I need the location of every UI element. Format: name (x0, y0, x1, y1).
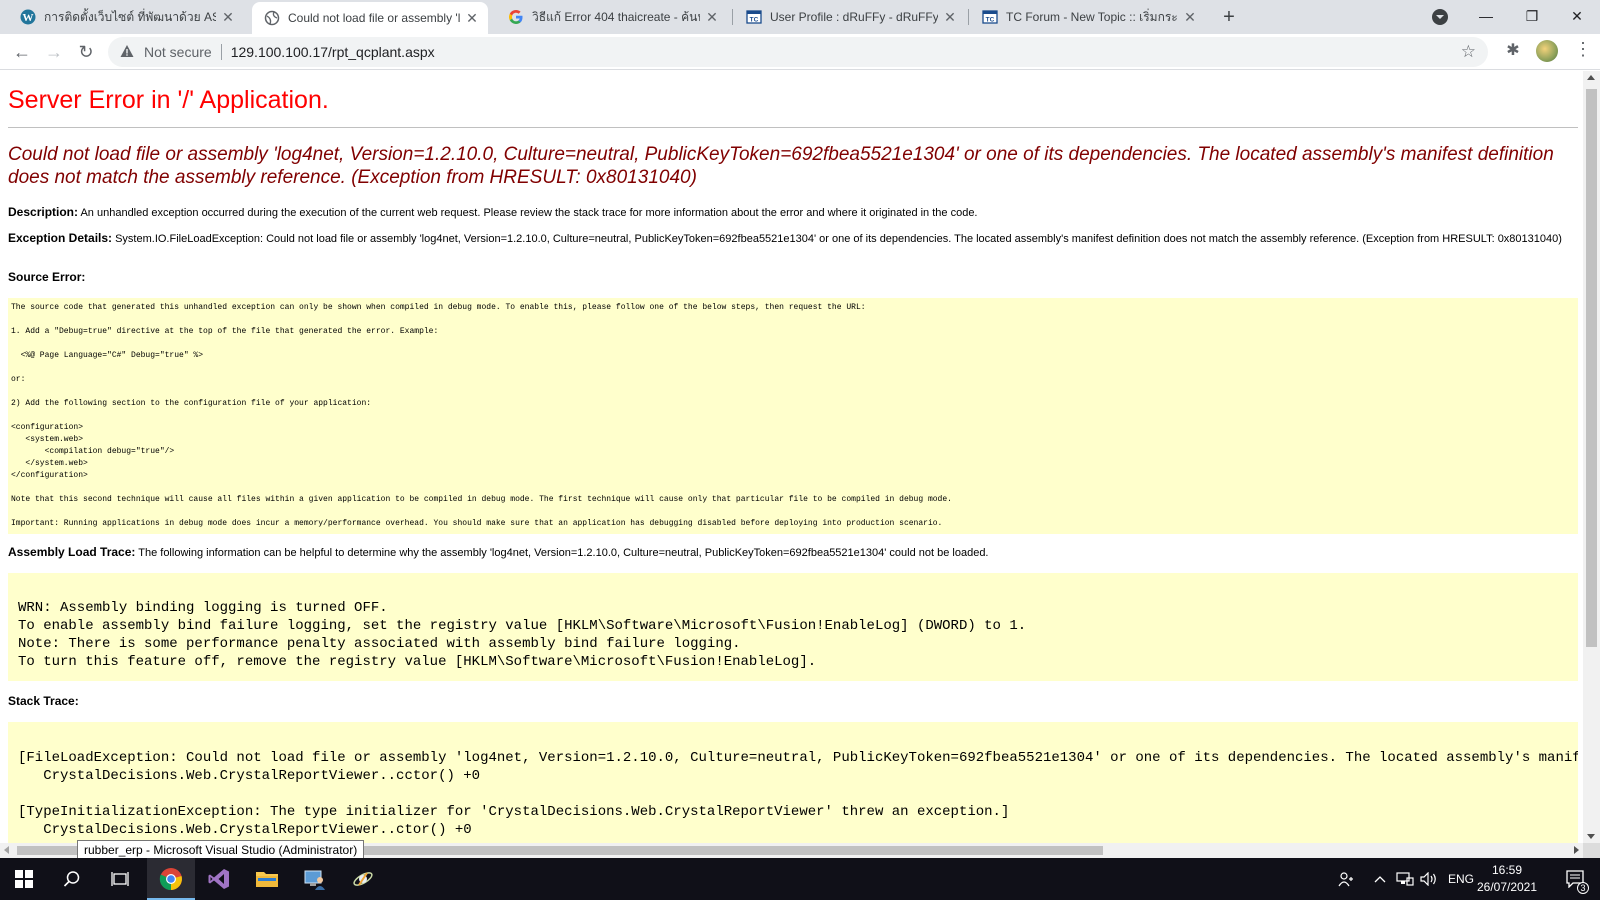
tab-title: การติดตั้งเว็บไซต์ ที่พัฒนาด้วย ASP.NET (44, 9, 216, 24)
source-error-label: Source Error: (8, 270, 86, 284)
security-label[interactable]: Not secure (144, 44, 212, 60)
chrome-button[interactable] (147, 858, 195, 900)
stack-trace-label: Stack Trace: (8, 694, 79, 708)
windows-taskbar: ENG 16:59 26/07/2021 3 (0, 858, 1600, 900)
people-icon[interactable] (1334, 858, 1358, 900)
page-content: Server Error in '/' Application. Could n… (0, 71, 1583, 843)
svg-text:W: W (23, 12, 34, 24)
satellite-icon (353, 872, 373, 886)
description: Description: An unhandled exception occu… (8, 206, 1573, 220)
assembly-trace-text: The following information can be helpful… (138, 547, 989, 559)
tab-2[interactable]: Could not load file or assembly 'log4net… (252, 2, 488, 34)
search-button[interactable] (48, 858, 96, 900)
chrome-icon (159, 868, 182, 891)
globe-icon (264, 10, 280, 26)
description-label: Description: (8, 205, 79, 219)
svg-text:TC: TC (750, 17, 759, 24)
browser-menu-icon[interactable]: ⋮ (1574, 40, 1592, 60)
close-icon[interactable]: ✕ (464, 10, 480, 27)
new-tab-button[interactable]: + (1216, 4, 1242, 30)
page-title: Server Error in '/' Application. (8, 86, 329, 114)
tab-divider (732, 9, 733, 25)
google-icon (508, 9, 524, 25)
source-error-box: The source code that generated this unha… (8, 298, 1578, 534)
assembly-load-trace: Assembly Load Trace: The following infor… (8, 546, 1573, 560)
file-explorer-button[interactable] (243, 858, 291, 900)
warning-icon[interactable] (120, 44, 136, 61)
exception-details: Exception Details: System.IO.FileLoadExc… (8, 232, 1573, 246)
scroll-down-arrow[interactable] (1587, 834, 1595, 839)
close-icon[interactable]: ✕ (1182, 9, 1198, 26)
vertical-scroll-thumb[interactable] (1586, 89, 1597, 647)
app-button[interactable] (291, 858, 339, 900)
browser-toolbar: ← → ↻ Not secure 129.100.100.17/rpt_qcpl… (0, 34, 1600, 70)
scroll-left-arrow[interactable] (4, 846, 9, 854)
exception-label: Exception Details: (8, 231, 113, 245)
scrollbar-corner (1583, 843, 1600, 858)
clock-time: 16:59 (1491, 863, 1523, 877)
tab-search-icon[interactable] (1432, 9, 1448, 25)
extensions-icon[interactable]: ✱ (1504, 40, 1522, 59)
clock-date: 26/07/2021 (1476, 880, 1538, 894)
bookmark-star-icon[interactable]: ☆ (1461, 42, 1476, 62)
stack-trace-box: [FileLoadException: Could not load file … (8, 722, 1578, 843)
stack-trace-heading: Stack Trace: (8, 695, 1573, 709)
tab-title: วิธีแก้ Error 404 thaicreate - ค้นหาด้วย… (532, 9, 700, 24)
network-icon[interactable] (1394, 858, 1416, 900)
start-button[interactable] (0, 858, 48, 900)
system-clock[interactable]: 16:59 26/07/2021 (1472, 862, 1542, 896)
visual-studio-icon (208, 869, 229, 889)
error-heading: Could not load file or assembly 'log4net… (8, 144, 1554, 188)
tab-strip: W การติดตั้งเว็บไซต์ ที่พัฒนาด้วย ASP.NE… (0, 0, 1600, 34)
title-divider (8, 127, 1578, 128)
task-view-button[interactable] (96, 858, 144, 900)
app-button-2[interactable] (339, 858, 387, 900)
wordpress-icon: W (20, 9, 36, 25)
assembly-trace-box: WRN: Assembly binding logging is turned … (8, 573, 1578, 681)
tab-1[interactable]: W การติดตั้งเว็บไซต์ ที่พัฒนาด้วย ASP.NE… (8, 0, 244, 34)
tab-4[interactable]: TC User Profile : dRuFFy - dRuFFy Za ✕ (734, 0, 966, 34)
minimize-button[interactable]: — (1463, 0, 1509, 34)
tab-title: TC Forum - New Topic :: เริ่มกระทู้ใหม่ (1006, 9, 1178, 24)
volume-icon[interactable] (1418, 858, 1440, 900)
description-text: An unhandled exception occurred during t… (80, 207, 978, 219)
close-icon[interactable]: ✕ (942, 9, 958, 26)
windows-icon (15, 870, 33, 888)
window-close-button[interactable]: ✕ (1554, 0, 1600, 34)
exception-text: System.IO.FileLoadException: Could not l… (115, 233, 1562, 245)
forward-button[interactable]: → (40, 38, 68, 66)
close-icon[interactable]: ✕ (704, 9, 720, 26)
task-view-icon (111, 872, 129, 886)
taskbar-tooltip: rubber_erp - Microsoft Visual Studio (Ad… (77, 840, 365, 860)
restore-button[interactable]: ❐ (1509, 0, 1555, 34)
tab-5[interactable]: TC TC Forum - New Topic :: เริ่มกระทู้ให… (970, 0, 1206, 34)
scroll-right-arrow[interactable] (1574, 846, 1579, 854)
address-divider (220, 44, 222, 60)
visual-studio-button[interactable] (195, 858, 243, 900)
tab-title: User Profile : dRuFFy - dRuFFy Za (770, 10, 938, 24)
address-bar[interactable]: Not secure 129.100.100.17/rpt_qcplant.as… (108, 37, 1488, 67)
tab-title: Could not load file or assembly 'log4net (288, 11, 460, 25)
show-hidden-icons-chevron-icon[interactable] (1370, 858, 1390, 900)
svg-text:TC: TC (986, 17, 995, 24)
tab-3[interactable]: วิธีแก้ Error 404 thaicreate - ค้นหาด้วย… (496, 0, 728, 34)
close-icon[interactable]: ✕ (220, 9, 236, 26)
back-button[interactable]: ← (8, 38, 36, 66)
vertical-scrollbar[interactable] (1583, 71, 1600, 843)
tc-icon: TC (982, 9, 998, 25)
reload-button[interactable]: ↻ (72, 38, 100, 66)
tab-divider (968, 9, 969, 25)
assembly-trace-label: Assembly Load Trace: (8, 545, 136, 559)
notifications-button[interactable]: 3 (1558, 858, 1594, 900)
folder-icon (256, 872, 278, 887)
source-error-heading: Source Error: (8, 271, 1573, 285)
notification-count-badge: 3 (1577, 882, 1589, 894)
tc-icon: TC (746, 9, 762, 25)
search-icon (63, 871, 80, 887)
scroll-up-arrow[interactable] (1587, 75, 1595, 80)
url-text[interactable]: 129.100.100.17/rpt_qcplant.aspx (231, 44, 435, 60)
profile-avatar[interactable] (1536, 40, 1558, 62)
computer-user-icon (304, 870, 325, 890)
